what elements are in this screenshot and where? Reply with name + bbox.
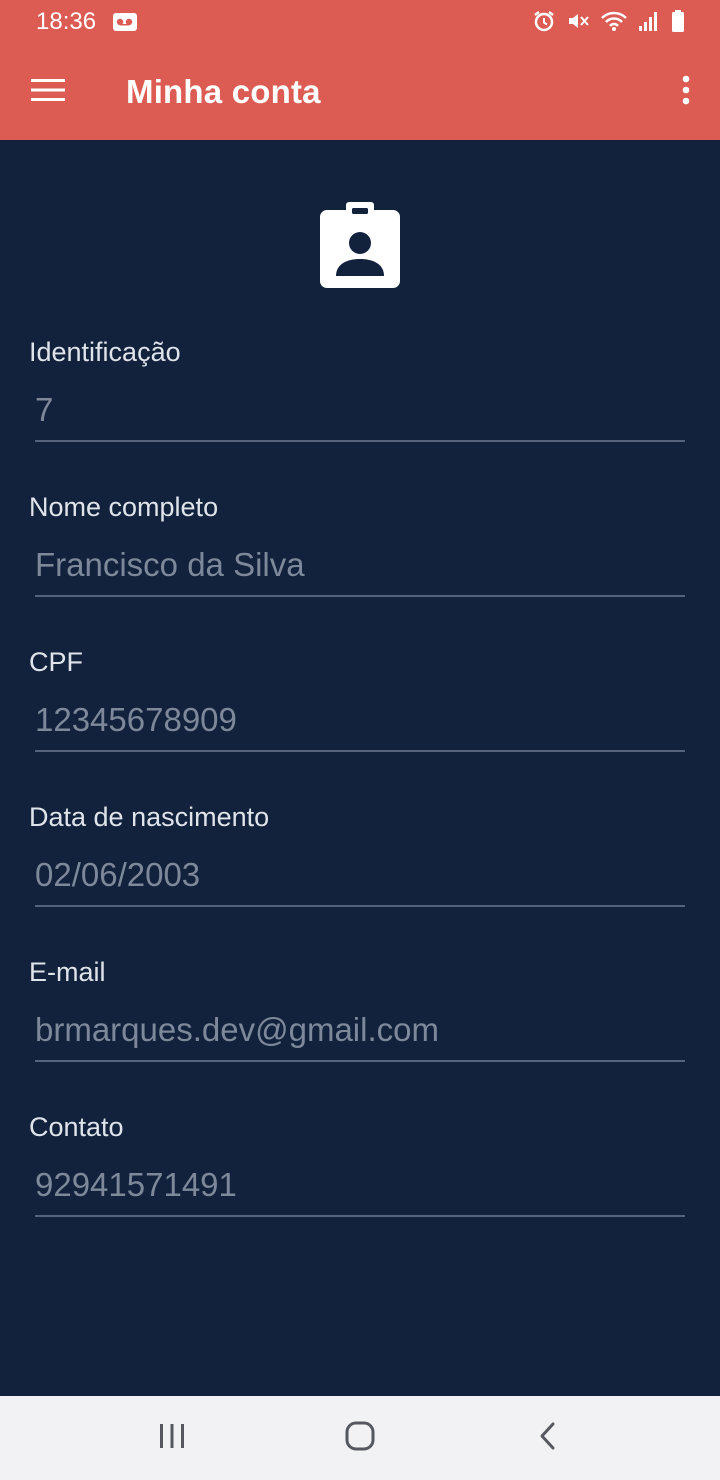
system-nav-bar [0, 1396, 720, 1480]
status-time: 18:36 [36, 8, 97, 35]
account-form: Identificação Nome completo CPF Data de … [0, 140, 720, 1396]
field-label: Nome completo [29, 492, 219, 522]
recent-apps-icon [157, 1423, 187, 1454]
field-cpf: CPF [29, 646, 685, 752]
page-title: Minha conta [126, 73, 321, 110]
wifi-icon [600, 9, 628, 38]
data-nascimento-input[interactable] [35, 845, 685, 907]
menu-button[interactable] [20, 66, 76, 118]
vibrate-mute-icon [566, 9, 590, 38]
field-label: Identificação [29, 337, 181, 367]
nome-completo-input[interactable] [35, 535, 685, 597]
alarm-icon [532, 9, 556, 38]
battery-icon [670, 9, 686, 38]
recent-apps-button[interactable] [136, 1412, 208, 1464]
hamburger-menu-icon [30, 76, 66, 109]
home-icon [344, 1420, 376, 1457]
identificacao-input[interactable] [35, 380, 685, 442]
more-vert-icon [681, 75, 691, 110]
field-label: Data de nascimento [29, 802, 270, 832]
badge-account-icon [318, 200, 402, 295]
field-email: E-mail [29, 956, 685, 1062]
voicemail-icon [112, 12, 138, 37]
field-nome-completo: Nome completo [29, 491, 685, 597]
signal-icon [638, 9, 660, 38]
email-input[interactable] [35, 1000, 685, 1062]
field-label: E-mail [29, 957, 106, 987]
contato-input[interactable] [35, 1155, 685, 1217]
field-contato: Contato [29, 1111, 685, 1217]
field-data-nascimento: Data de nascimento [29, 801, 685, 907]
status-icons [532, 9, 686, 38]
back-button[interactable] [512, 1412, 584, 1464]
app-bar: Minha conta [0, 44, 720, 140]
field-identificacao: Identificação [29, 336, 685, 442]
back-icon [538, 1421, 558, 1456]
field-label: Contato [29, 1112, 124, 1142]
home-button[interactable] [324, 1412, 396, 1464]
cpf-input[interactable] [35, 690, 685, 752]
field-label: CPF [29, 647, 83, 677]
status-bar: 18:36 [0, 0, 720, 44]
overflow-menu-button[interactable] [668, 68, 704, 116]
